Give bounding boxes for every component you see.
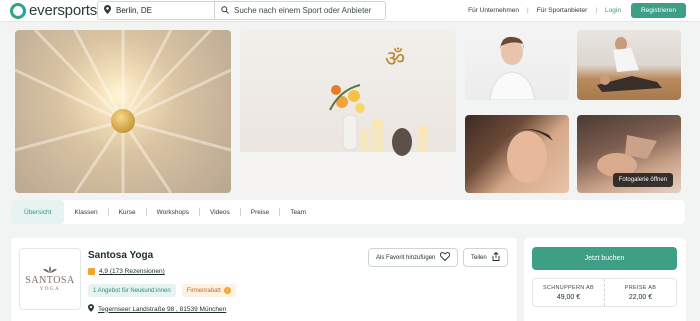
face-portrait (505, 129, 553, 183)
search-icon (221, 5, 229, 16)
address-text[interactable]: Tegernseer Landstraße 98 , 81539 München (98, 306, 226, 313)
lamp-shape (111, 109, 135, 133)
badge-company-discount-label: Firmenrabatt (186, 287, 221, 294)
open-gallery-button[interactable]: Fotogalerie öffnen (612, 173, 673, 187)
heart-icon (440, 252, 451, 263)
header-nav: Für Unternehmen | Für Sportanbieter | Lo… (468, 0, 686, 21)
tab-videos[interactable]: Videos (200, 200, 240, 224)
assist-illustration (597, 37, 662, 92)
offer-badges: 1 Angebot für Neukund:innen Firmenrabatt… (88, 284, 236, 297)
gallery-photo-portrait[interactable] (465, 115, 569, 193)
register-button[interactable]: Registrieren (630, 3, 686, 18)
brand-name: eversports (29, 2, 98, 19)
login-link[interactable]: Login (605, 7, 621, 14)
altar-illustration: ॐ (329, 47, 428, 156)
badge-new-customer[interactable]: 1 Angebot für Neukund:innen (88, 284, 176, 297)
gallery-photo-assist[interactable] (577, 30, 681, 100)
gallery-photo-altar[interactable]: ॐ (240, 30, 456, 193)
regular-price-value: 22,00 € (628, 293, 653, 301)
regular-price: PREISE AB 22,00 € (604, 279, 676, 306)
studio-logo-name: SANTOSA (25, 275, 75, 286)
section-tabs: Übersicht Klassen Kurse Workshops Videos… (11, 200, 685, 224)
svg-text:ॐ: ॐ (385, 47, 405, 72)
tab-uebersicht[interactable]: Übersicht (11, 200, 65, 224)
trial-price-label: SCHNUPPERN AB (543, 284, 594, 291)
regular-price-label: PREISE AB (624, 284, 657, 291)
studio-address[interactable]: Tegernseer Landstraße 98 , 81539 München (88, 304, 226, 314)
studio-logo-sub: YOGA (39, 287, 61, 292)
tab-klassen[interactable]: Klassen (64, 200, 107, 224)
tab-team[interactable]: Team (280, 200, 316, 224)
nav-divider: | (527, 7, 529, 14)
booking-card: Jetzt buchen SCHNUPPERN AB 49,00 € PREIS… (524, 238, 686, 321)
studio-title: Santosa Yoga (88, 250, 154, 261)
add-favorite-button[interactable]: Als Favorit hinzufügen (368, 248, 459, 267)
gallery-photo-instructor[interactable] (465, 30, 569, 100)
tab-kurse[interactable]: Kurse (109, 200, 146, 224)
lotus-icon (43, 266, 57, 273)
location-selector[interactable]: Berlin, DE (97, 1, 215, 20)
rating-text[interactable]: 4,9 (173 Rezensionen) (99, 268, 165, 275)
search-input[interactable] (234, 6, 384, 15)
info-icon[interactable]: i (223, 287, 231, 294)
location-value: Berlin, DE (116, 6, 153, 15)
photo-gallery: ॐ Fotogalerie öffnen (0, 30, 700, 195)
gallery-photo-lamp[interactable] (15, 30, 231, 193)
top-header: eversports Berlin, DE Für Unternehmen | … (0, 0, 700, 22)
nav-link-unternehmen[interactable]: Für Unternehmen (468, 7, 519, 14)
star-icon (88, 268, 95, 275)
eversports-logo-icon (10, 2, 26, 19)
eversports-logo[interactable]: eversports (10, 2, 97, 19)
location-pin-icon (104, 5, 111, 16)
share-icon (492, 251, 500, 263)
tab-preise[interactable]: Preise (241, 200, 279, 224)
trial-price: SCHNUPPERN AB 49,00 € (533, 279, 604, 306)
instructor-portrait (489, 36, 536, 100)
nav-divider: | (595, 7, 598, 14)
share-button[interactable]: Teilen (463, 248, 508, 267)
studio-info-card: SANTOSA YOGA Santosa Yoga 4,9 (173 Rezen… (11, 238, 517, 321)
share-label: Teilen (471, 254, 487, 261)
badge-company-discount[interactable]: Firmenrabatt i (181, 284, 236, 297)
tab-workshops[interactable]: Workshops (147, 200, 199, 224)
book-now-button[interactable]: Jetzt buchen (532, 247, 677, 270)
studio-logo: SANTOSA YOGA (19, 248, 81, 310)
studio-rating[interactable]: 4,9 (173 Rezensionen) (88, 268, 165, 275)
nav-link-sportanbieter[interactable]: Für Sportanbieter (537, 7, 588, 14)
trial-price-value: 49,00 € (556, 293, 581, 301)
gallery-photo-massage[interactable]: Fotogalerie öffnen (577, 115, 681, 193)
search-bar[interactable] (214, 1, 386, 20)
price-summary: SCHNUPPERN AB 49,00 € PREISE AB 22,00 € (532, 278, 677, 307)
location-pin-icon (88, 304, 94, 314)
favorite-label: Als Favorit hinzufügen (376, 254, 436, 261)
